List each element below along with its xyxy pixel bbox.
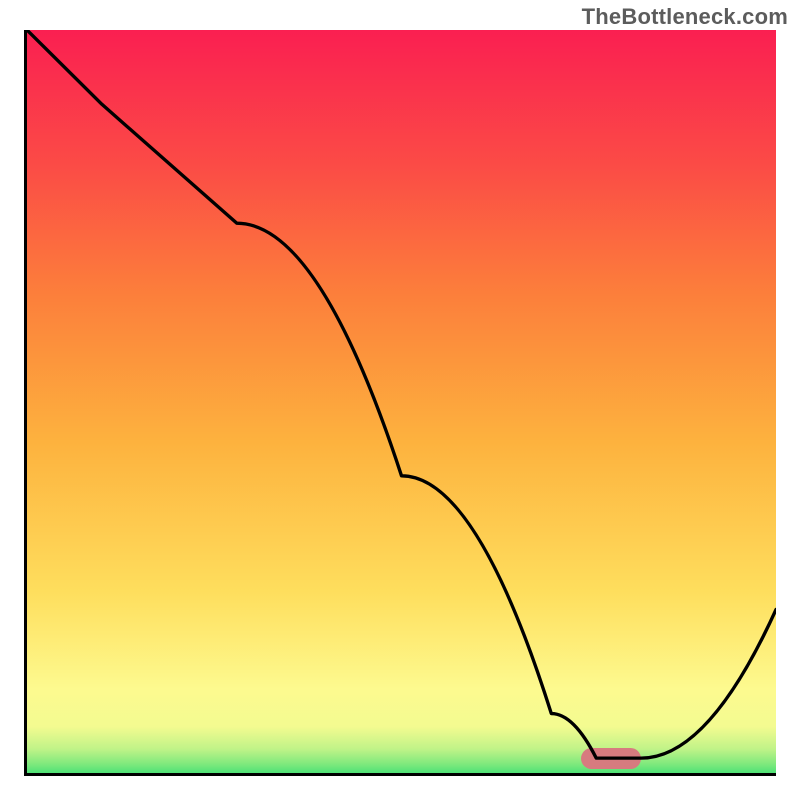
- bottleneck-curve: [27, 30, 776, 773]
- watermark-text: TheBottleneck.com: [582, 4, 788, 30]
- chart-container: TheBottleneck.com: [0, 0, 800, 800]
- plot-area: [24, 30, 776, 776]
- curve-path: [27, 30, 776, 758]
